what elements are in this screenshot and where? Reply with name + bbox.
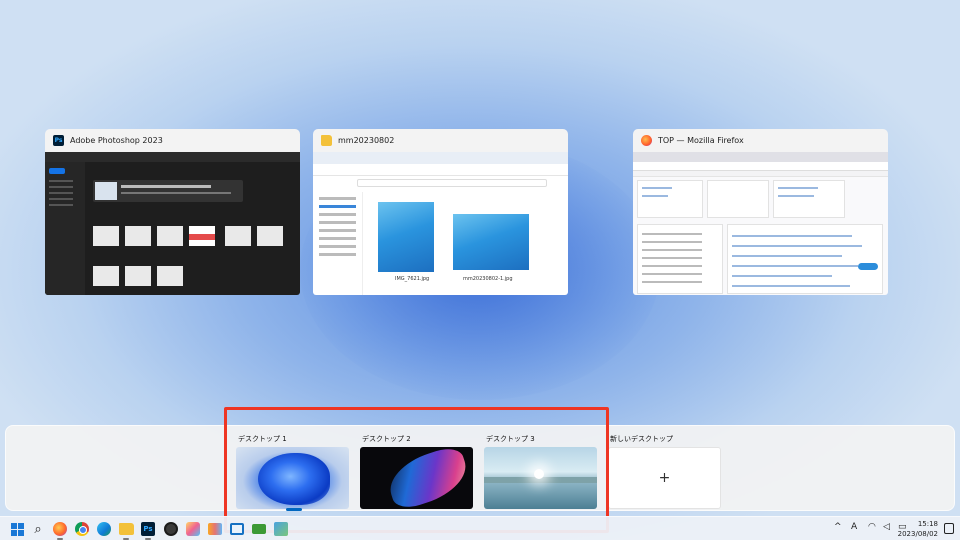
desktop-label: デスクトップ 1 — [238, 435, 287, 443]
window-preview — [633, 152, 888, 295]
desktop-3[interactable]: デスクトップ 3 — [484, 433, 597, 509]
photoshop-icon: Ps — [53, 135, 64, 146]
file-name: IMG_7621.jpg — [395, 276, 430, 282]
window-card-photoshop[interactable]: Ps Adobe Photoshop 2023 — [45, 129, 300, 295]
virtual-desktops-bar: デスクトップ 1 デスクトップ 2 デスクトップ 3 新しいデスクトップ + — [5, 425, 955, 511]
green-app-icon[interactable] — [251, 521, 267, 537]
chrome-icon[interactable] — [74, 521, 90, 537]
desktop-label: デスクトップ 3 — [486, 435, 535, 443]
clock-time: 15:18 — [917, 520, 938, 528]
window-preview: IMG_7621.jpg mm20230802-1.jpg — [313, 152, 568, 295]
window-card-file-explorer[interactable]: mm20230802 IMG_7621.jpg mm20230802-1.jpg — [313, 129, 568, 295]
search-icon[interactable]: ⌕ — [30, 521, 46, 537]
paint-icon[interactable] — [185, 521, 201, 537]
desktop-preview[interactable] — [360, 447, 473, 509]
current-desktop-indicator — [286, 508, 302, 511]
file-explorer-icon[interactable] — [118, 521, 134, 537]
new-desktop[interactable]: 新しいデスクトップ + — [608, 433, 721, 509]
window-title: TOP — Mozilla Firefox — [658, 136, 744, 145]
mixed-app-icon[interactable] — [273, 521, 289, 537]
window-title-bar: TOP — Mozilla Firefox — [633, 129, 888, 152]
edge-icon[interactable] — [96, 521, 112, 537]
new-desktop-button[interactable]: + — [608, 447, 721, 509]
desktop-preview[interactable] — [484, 447, 597, 509]
ime-indicator[interactable]: A — [851, 522, 857, 532]
taskbar: ⌕ Ps ^ A ◠ ◁ ▭ 15:18 2023/08/02 — [0, 516, 960, 540]
firefox-icon — [641, 135, 652, 146]
volume-icon[interactable]: ◁ — [883, 522, 890, 532]
clock-date: 2023/08/02 — [897, 530, 938, 538]
firefox-icon[interactable] — [52, 521, 68, 537]
wifi-icon[interactable]: ◠ — [868, 522, 876, 532]
clock[interactable]: 15:18 2023/08/02 — [898, 519, 938, 539]
desktop-label: デスクトップ 2 — [362, 435, 411, 443]
window-title-bar: mm20230802 — [313, 129, 568, 152]
desktop-preview[interactable] — [236, 447, 349, 509]
window-title: mm20230802 — [338, 136, 395, 145]
book-icon[interactable] — [207, 521, 223, 537]
window-card-firefox[interactable]: TOP — Mozilla Firefox — [633, 129, 888, 295]
plus-icon: + — [658, 470, 671, 486]
desktop-1[interactable]: デスクトップ 1 — [236, 433, 349, 509]
chevron-up-icon[interactable]: ^ — [834, 522, 842, 532]
new-desktop-label: 新しいデスクトップ — [610, 435, 673, 443]
photo-thumbnail — [378, 202, 434, 272]
window-title-bar: Ps Adobe Photoshop 2023 — [45, 129, 300, 152]
start-icon[interactable] — [9, 521, 25, 537]
remote-desktop-icon[interactable] — [229, 521, 245, 537]
photoshop-icon[interactable]: Ps — [140, 521, 156, 537]
notification-icon[interactable] — [944, 523, 954, 534]
file-name: mm20230802-1.jpg — [463, 276, 513, 282]
photo-thumbnail — [453, 214, 529, 270]
desktop-2[interactable]: デスクトップ 2 — [360, 433, 473, 509]
window-preview — [45, 152, 300, 295]
window-title: Adobe Photoshop 2023 — [70, 136, 163, 145]
globe-icon[interactable] — [163, 521, 179, 537]
folder-icon — [321, 135, 332, 146]
